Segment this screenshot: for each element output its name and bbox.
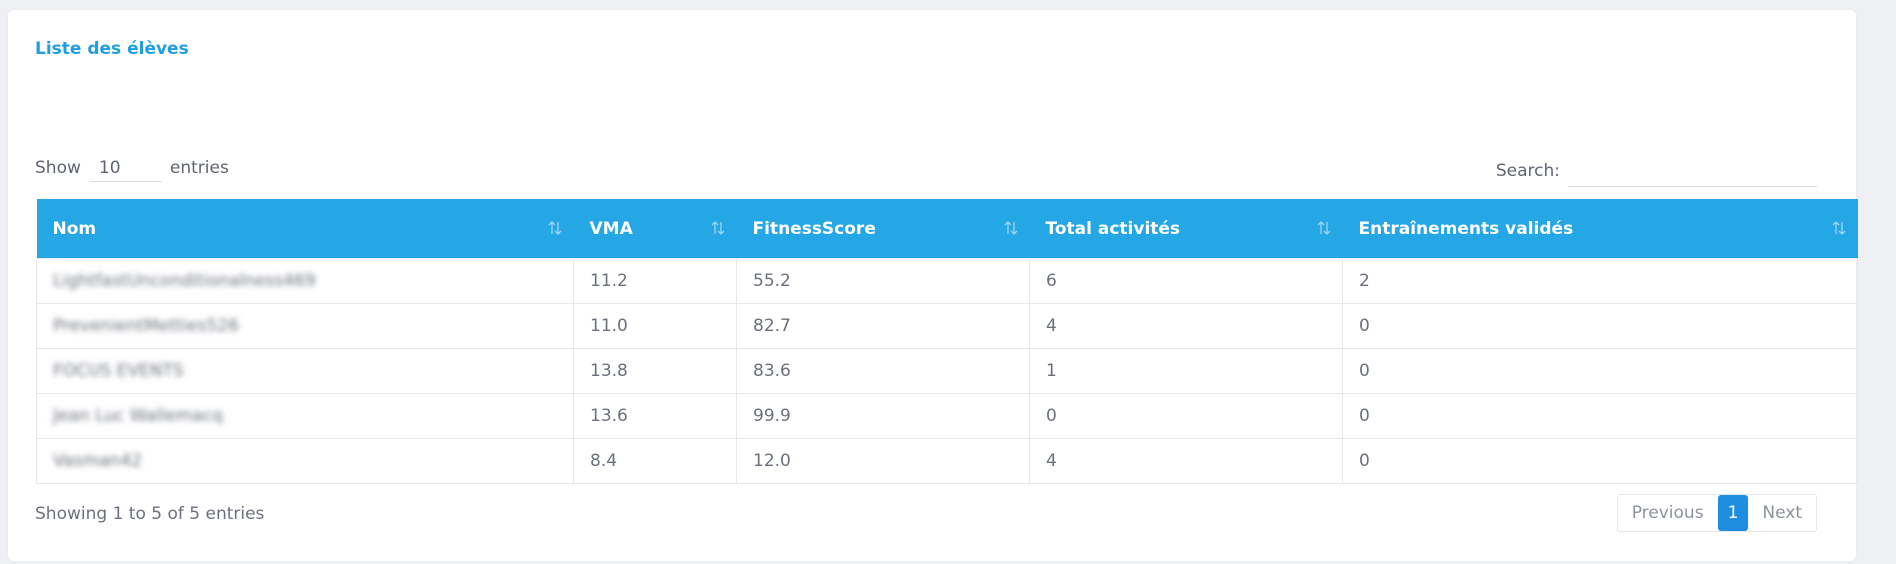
cell-nom: FOCUS EVENTS <box>36 348 574 394</box>
table-row: FOCUS EVENTS 13.8 83.6 1 0 <box>36 348 1858 394</box>
cell-total-activites: 4 <box>1029 438 1343 484</box>
column-header-fitnessscore[interactable]: FitnessScore <box>736 199 1030 259</box>
table-row: Vasman42 8.4 12.0 4 0 <box>36 438 1858 484</box>
column-header-label: Total activités <box>1045 218 1181 239</box>
cell-entrainements-valides: 0 <box>1342 438 1858 484</box>
cell-fitnessscore: 83.6 <box>736 348 1030 394</box>
column-header-nom[interactable]: Nom <box>36 199 574 259</box>
cell-entrainements-valides: 2 <box>1342 258 1858 304</box>
cell-fitnessscore: 12.0 <box>736 438 1030 484</box>
column-header-entrainements-valides[interactable]: Entraînements validés <box>1342 199 1858 259</box>
cell-vma: 11.2 <box>573 258 737 304</box>
column-header-vma[interactable]: VMA <box>573 199 737 259</box>
table-row: Jean Luc Wallemacq 13.6 99.9 0 0 <box>36 393 1858 439</box>
table-info: Showing 1 to 5 of 5 entries <box>35 504 265 524</box>
length-suffix: entries <box>169 158 229 178</box>
cell-total-activites: 0 <box>1029 393 1343 439</box>
students-table: Nom VMA FitnessScore Total activités Ent… <box>36 199 1858 484</box>
cell-nom: Jean Luc Wallemacq <box>36 393 574 439</box>
table-row: LightfastUnconditionalness469 11.2 55.2 … <box>36 258 1858 304</box>
students-card: Liste des élèves Show 10 entries Search:… <box>8 10 1858 561</box>
table-row: PrevenientMetties526 11.0 82.7 4 0 <box>36 303 1858 349</box>
cell-nom: PrevenientMetties526 <box>36 303 574 349</box>
previous-button[interactable]: Previous <box>1617 495 1718 531</box>
card-title: Liste des élèves <box>35 39 189 59</box>
cell-nom: Vasman42 <box>36 438 574 484</box>
entries-select-value: 10 <box>98 157 121 178</box>
column-header-label: Entraînements validés <box>1358 218 1574 239</box>
cell-total-activites: 1 <box>1029 348 1343 394</box>
column-header-total-activites[interactable]: Total activités <box>1029 199 1343 259</box>
sort-arrows-icon <box>548 221 561 235</box>
sort-arrows-icon <box>1004 221 1017 235</box>
cell-fitnessscore: 99.9 <box>736 393 1030 439</box>
cell-entrainements-valides: 0 <box>1342 393 1858 439</box>
cell-vma: 8.4 <box>573 438 737 484</box>
cell-entrainements-valides: 0 <box>1342 348 1858 394</box>
next-button[interactable]: Next <box>1748 495 1816 531</box>
column-header-label: Nom <box>52 218 97 239</box>
column-header-label: FitnessScore <box>752 218 876 239</box>
cell-total-activites: 4 <box>1029 303 1343 349</box>
sort-arrows-icon <box>1317 221 1330 235</box>
column-header-label: VMA <box>589 218 633 239</box>
search-input[interactable] <box>1568 155 1817 187</box>
cell-vma: 13.8 <box>573 348 737 394</box>
search-control: Search: <box>1496 155 1817 187</box>
length-prefix: Show <box>35 158 81 178</box>
pagination: Previous 1 Next <box>1616 494 1817 532</box>
cell-total-activites: 6 <box>1029 258 1343 304</box>
sort-arrows-icon <box>711 221 724 235</box>
entries-length-control: Show 10 entries <box>35 154 229 182</box>
sort-arrows-icon <box>1832 221 1845 235</box>
search-label: Search: <box>1495 161 1560 181</box>
cell-vma: 11.0 <box>573 303 737 349</box>
cell-entrainements-valides: 0 <box>1342 303 1858 349</box>
page-1-button[interactable]: 1 <box>1717 495 1749 531</box>
entries-select[interactable]: 10 <box>88 154 162 182</box>
cell-vma: 13.6 <box>573 393 737 439</box>
cell-nom: LightfastUnconditionalness469 <box>36 258 574 304</box>
table-header-row: Nom VMA FitnessScore Total activités Ent… <box>36 199 1858 259</box>
cell-fitnessscore: 82.7 <box>736 303 1030 349</box>
cell-fitnessscore: 55.2 <box>736 258 1030 304</box>
